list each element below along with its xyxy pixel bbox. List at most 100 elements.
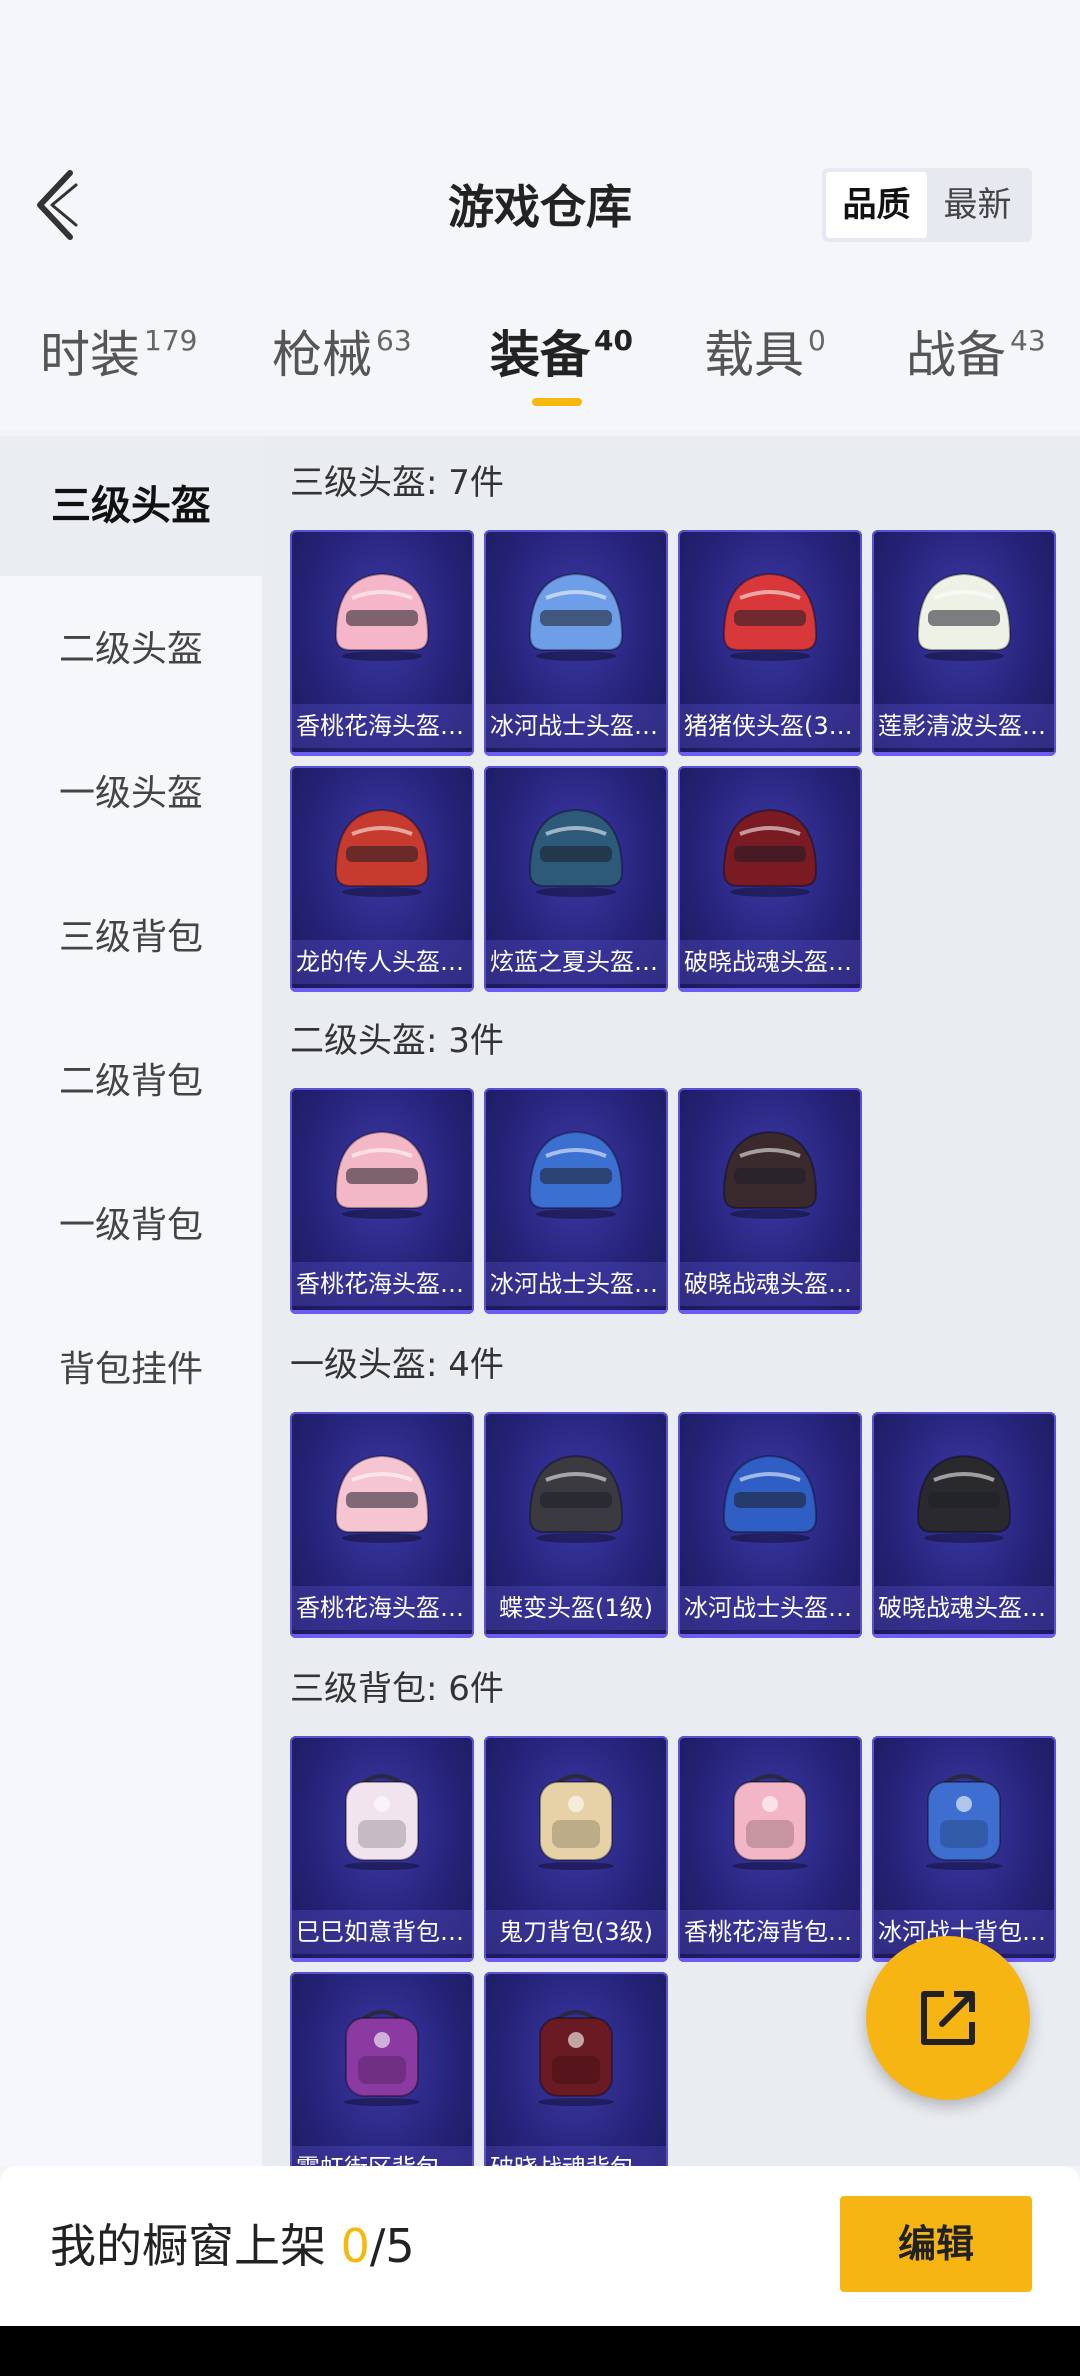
item-card[interactable]: 冰河战士背包(3级) — [872, 1736, 1056, 1962]
card-rarity-bar — [290, 1958, 474, 1962]
showcase-footer: 我的橱窗上架 0/5 编辑 — [0, 2166, 1080, 2326]
backpack-icon — [732, 1774, 808, 1870]
card-rarity-bar — [484, 1310, 668, 1314]
backpack-icon — [344, 1774, 420, 1870]
showcase-status: 我的橱窗上架 0/5 — [50, 2216, 415, 2276]
back-button[interactable] — [30, 165, 82, 245]
item-card[interactable]: 破晓战魂头盔(1级) — [872, 1412, 1056, 1638]
card-rarity-bar — [678, 1958, 862, 1962]
section-title: 一级头盔: 4件 — [290, 1345, 504, 1385]
tab-vehicles[interactable]: 载具 0 — [704, 310, 826, 400]
item-card[interactable]: 龙的传人头盔(3级) — [290, 766, 474, 992]
item-name: 香桃花海背包(3级) — [678, 1910, 862, 1954]
tab-count: 0 — [808, 324, 826, 357]
helmet-icon — [334, 572, 430, 661]
card-rarity-bar — [678, 1310, 862, 1314]
card-rarity-bar — [484, 1958, 668, 1962]
system-nav-bar — [0, 2326, 1080, 2376]
item-card[interactable]: 猪猪侠头盔(3级) — [678, 530, 862, 756]
item-name: 破晓战魂头盔(3级) — [678, 940, 862, 984]
item-name: 香桃花海头盔(1级) — [290, 1586, 474, 1630]
helmet-icon — [722, 1130, 818, 1219]
card-rarity-bar — [484, 988, 668, 992]
item-grid: 三级头盔: 7件 香桃花海头盔(3级) 冰河战士头盔(3级) 猪猪侠头盔(3级)… — [262, 436, 1080, 2166]
item-card[interactable]: 莲影清波头盔(3级) — [872, 530, 1056, 756]
sort-option-latest[interactable]: 最新 — [927, 172, 1028, 238]
chevron-left-icon — [37, 170, 78, 240]
backpack-icon — [538, 1774, 614, 1870]
showcase-label: 我的橱窗上架 — [50, 2219, 341, 2273]
backpack-icon — [344, 2010, 420, 2106]
item-card[interactable]: 鬼刀背包(3级) — [484, 1736, 668, 1962]
sidebar-item-level1-helmet[interactable]: 一级头盔 — [0, 724, 262, 864]
item-name: 香桃花海头盔(2级) — [290, 1262, 474, 1306]
sidebar-item-backpack-charm[interactable]: 背包挂件 — [0, 1300, 262, 1440]
card-rarity-bar — [678, 988, 862, 992]
sort-option-quality[interactable]: 品质 — [826, 172, 927, 238]
tab-count: 63 — [376, 324, 412, 357]
helmet-icon — [528, 1454, 624, 1543]
backpack-icon — [538, 2010, 614, 2106]
sidebar: 三级头盔 二级头盔 一级头盔 三级背包 二级背包 一级背包 背包挂件 — [0, 436, 262, 2166]
item-card[interactable]: 蝶变头盔(1级) — [484, 1412, 668, 1638]
item-card[interactable]: 破晓战魂头盔(2级) — [678, 1088, 862, 1314]
sidebar-item-level3-backpack[interactable]: 三级背包 — [0, 868, 262, 1008]
item-name: 冰河战士头盔(1级) — [678, 1586, 862, 1630]
external-link-icon — [921, 1991, 975, 2045]
helmet-icon — [528, 572, 624, 661]
category-tabs: 时装 179 枪械 63 装备 40 载具 0 战备 43 — [0, 310, 1080, 420]
item-card[interactable]: 炫蓝之夏头盔(3级) — [484, 766, 668, 992]
helmet-icon — [528, 1130, 624, 1219]
edit-button[interactable]: 编辑 — [840, 2196, 1032, 2292]
helmet-icon — [722, 1454, 818, 1543]
card-rarity-bar — [872, 1634, 1056, 1638]
card-rarity-bar — [872, 752, 1056, 756]
showcase-total-count: /5 — [369, 2219, 415, 2273]
item-name: 炫蓝之夏头盔(3级) — [484, 940, 668, 984]
active-tab-indicator — [532, 398, 582, 406]
showcase-current-count: 0 — [340, 2219, 370, 2273]
item-name: 蝶变头盔(1级) — [484, 1586, 668, 1630]
item-card[interactable]: 香桃花海背包(3级) — [678, 1736, 862, 1962]
tab-count: 179 — [144, 324, 198, 357]
item-card[interactable]: 破晓战魂头盔(3级) — [678, 766, 862, 992]
item-name: 破晓战魂头盔(1级) — [872, 1586, 1056, 1630]
item-card[interactable]: 香桃花海头盔(1级) — [290, 1412, 474, 1638]
helmet-icon — [528, 808, 624, 897]
sort-toggle[interactable]: 品质 最新 — [822, 168, 1032, 242]
item-card[interactable]: 香桃花海头盔(3级) — [290, 530, 474, 756]
tab-battle-gear[interactable]: 战备 43 — [906, 310, 1046, 400]
section-title: 二级头盔: 3件 — [290, 1021, 504, 1061]
card-rarity-bar — [484, 752, 668, 756]
item-card[interactable]: 霓虹街区背包(3级) — [290, 1972, 474, 2166]
tab-label: 载具 — [704, 326, 804, 384]
item-card[interactable]: 破晓战魂背包(3级) — [484, 1972, 668, 2166]
item-name: 破晓战魂头盔(2级) — [678, 1262, 862, 1306]
helmet-icon — [334, 1454, 430, 1543]
item-name: 破晓战魂背包(3级) — [484, 2146, 668, 2166]
card-rarity-bar — [484, 1634, 668, 1638]
card-rarity-bar — [678, 752, 862, 756]
item-card[interactable]: 巳巳如意背包(3级) — [290, 1736, 474, 1962]
item-card[interactable]: 冰河战士头盔(1级) — [678, 1412, 862, 1638]
tab-equipment[interactable]: 装备 40 — [490, 310, 633, 400]
tab-fashion[interactable]: 时装 179 — [40, 310, 197, 400]
item-name: 冰河战士头盔(2级) — [484, 1262, 668, 1306]
item-card[interactable]: 香桃花海头盔(2级) — [290, 1088, 474, 1314]
section-title: 三级头盔: 7件 — [290, 463, 504, 503]
tab-count: 40 — [594, 324, 633, 357]
tab-label: 枪械 — [272, 326, 372, 384]
sidebar-item-level3-helmet[interactable]: 三级头盔 — [0, 436, 262, 576]
share-fab-button[interactable] — [866, 1936, 1030, 2100]
item-card[interactable]: 冰河战士头盔(3级) — [484, 530, 668, 756]
card-rarity-bar — [678, 1634, 862, 1638]
sidebar-item-level2-helmet[interactable]: 二级头盔 — [0, 580, 262, 720]
helmet-icon — [334, 1130, 430, 1219]
item-name: 龙的传人头盔(3级) — [290, 940, 474, 984]
backpack-icon — [926, 1774, 1002, 1870]
tab-weapons[interactable]: 枪械 63 — [272, 310, 412, 400]
item-card[interactable]: 冰河战士头盔(2级) — [484, 1088, 668, 1314]
sidebar-item-level1-backpack[interactable]: 一级背包 — [0, 1156, 262, 1296]
sidebar-item-level2-backpack[interactable]: 二级背包 — [0, 1012, 262, 1152]
helmet-icon — [916, 1454, 1012, 1543]
